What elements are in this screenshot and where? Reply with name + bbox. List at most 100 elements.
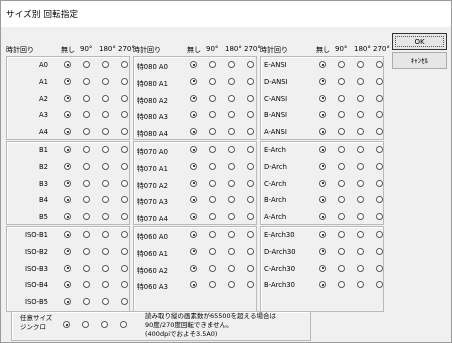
rotation-radio-none[interactable] <box>64 61 71 68</box>
rotation-radio-180[interactable] <box>102 146 109 153</box>
rotation-radio-270[interactable] <box>247 264 254 272</box>
rotation-radio-90[interactable] <box>209 231 216 238</box>
rotation-radio-180[interactable] <box>102 94 109 102</box>
rotation-radio-180[interactable] <box>357 94 364 102</box>
rotation-radio-none[interactable] <box>190 61 197 68</box>
rotation-radio-180[interactable] <box>102 231 109 238</box>
rotation-radio-180[interactable] <box>228 179 235 187</box>
rotation-radio-180[interactable] <box>102 77 109 85</box>
rotation-radio-180[interactable] <box>357 162 364 170</box>
any-size-radio-270[interactable] <box>120 321 127 328</box>
rotation-radio-none[interactable] <box>319 213 326 221</box>
rotation-radio-none[interactable] <box>190 111 197 119</box>
rotation-radio-90[interactable] <box>338 146 345 153</box>
rotation-radio-none[interactable] <box>190 264 197 272</box>
rotation-radio-180[interactable] <box>228 264 235 272</box>
rotation-radio-none[interactable] <box>64 231 71 238</box>
rotation-radio-180[interactable] <box>228 77 235 85</box>
rotation-radio-270[interactable] <box>121 298 128 306</box>
rotation-radio-180[interactable] <box>228 247 235 255</box>
rotation-radio-270[interactable] <box>376 196 383 204</box>
rotation-radio-270[interactable] <box>376 281 383 289</box>
rotation-radio-none[interactable] <box>64 298 71 306</box>
rotation-radio-none[interactable] <box>319 146 326 153</box>
rotation-radio-180[interactable] <box>102 213 109 221</box>
rotation-radio-180[interactable] <box>102 61 109 68</box>
rotation-radio-none[interactable] <box>319 264 326 272</box>
rotation-radio-270[interactable] <box>247 179 254 187</box>
rotation-radio-none[interactable] <box>190 281 197 289</box>
rotation-radio-180[interactable] <box>357 128 364 136</box>
rotation-radio-90[interactable] <box>338 213 345 221</box>
rotation-radio-270[interactable] <box>121 128 128 136</box>
rotation-radio-180[interactable] <box>102 298 109 306</box>
rotation-radio-270[interactable] <box>247 162 254 170</box>
rotation-radio-none[interactable] <box>64 213 71 221</box>
rotation-radio-90[interactable] <box>338 77 345 85</box>
rotation-radio-180[interactable] <box>357 61 364 68</box>
rotation-radio-90[interactable] <box>83 247 90 255</box>
rotation-radio-none[interactable] <box>190 196 197 204</box>
rotation-radio-270[interactable] <box>376 77 383 85</box>
rotation-radio-none[interactable] <box>64 264 71 272</box>
rotation-radio-none[interactable] <box>319 162 326 170</box>
any-size-radio-180[interactable] <box>101 321 108 328</box>
rotation-radio-90[interactable] <box>338 162 345 170</box>
rotation-radio-270[interactable] <box>247 231 254 238</box>
rotation-radio-90[interactable] <box>209 111 216 119</box>
rotation-radio-270[interactable] <box>121 281 128 289</box>
rotation-radio-none[interactable] <box>64 77 71 85</box>
rotation-radio-none[interactable] <box>319 94 326 102</box>
rotation-radio-270[interactable] <box>247 128 254 136</box>
rotation-radio-180[interactable] <box>357 146 364 153</box>
rotation-radio-90[interactable] <box>209 179 216 187</box>
rotation-radio-270[interactable] <box>121 179 128 187</box>
ok-button[interactable]: OK <box>392 33 447 50</box>
rotation-radio-180[interactable] <box>357 179 364 187</box>
rotation-radio-90[interactable] <box>83 213 90 221</box>
rotation-radio-none[interactable] <box>319 179 326 187</box>
rotation-radio-90[interactable] <box>83 264 90 272</box>
any-size-radio-90[interactable] <box>82 321 89 328</box>
rotation-radio-270[interactable] <box>247 77 254 85</box>
rotation-radio-180[interactable] <box>357 77 364 85</box>
rotation-radio-180[interactable] <box>357 247 364 255</box>
rotation-radio-270[interactable] <box>247 247 254 255</box>
rotation-radio-270[interactable] <box>376 128 383 136</box>
rotation-radio-180[interactable] <box>228 111 235 119</box>
rotation-radio-none[interactable] <box>64 94 71 102</box>
rotation-radio-270[interactable] <box>121 162 128 170</box>
rotation-radio-270[interactable] <box>247 94 254 102</box>
rotation-radio-270[interactable] <box>121 231 128 238</box>
rotation-radio-90[interactable] <box>209 77 216 85</box>
rotation-radio-90[interactable] <box>83 111 90 119</box>
rotation-radio-90[interactable] <box>209 264 216 272</box>
rotation-radio-90[interactable] <box>209 128 216 136</box>
rotation-radio-180[interactable] <box>228 61 235 68</box>
rotation-radio-90[interactable] <box>338 61 345 68</box>
rotation-radio-90[interactable] <box>83 231 90 238</box>
rotation-radio-90[interactable] <box>83 128 90 136</box>
rotation-radio-270[interactable] <box>121 247 128 255</box>
rotation-radio-270[interactable] <box>376 231 383 238</box>
rotation-radio-270[interactable] <box>376 146 383 153</box>
rotation-radio-270[interactable] <box>376 94 383 102</box>
rotation-radio-90[interactable] <box>83 94 90 102</box>
rotation-radio-none[interactable] <box>64 247 71 255</box>
rotation-radio-90[interactable] <box>338 231 345 238</box>
rotation-radio-180[interactable] <box>357 281 364 289</box>
rotation-radio-90[interactable] <box>338 111 345 119</box>
rotation-radio-270[interactable] <box>121 77 128 85</box>
rotation-radio-none[interactable] <box>64 146 71 153</box>
rotation-radio-270[interactable] <box>121 61 128 68</box>
any-size-radio-none[interactable] <box>63 321 70 328</box>
rotation-radio-90[interactable] <box>209 94 216 102</box>
rotation-radio-270[interactable] <box>247 196 254 204</box>
rotation-radio-180[interactable] <box>357 213 364 221</box>
rotation-radio-none[interactable] <box>190 213 197 221</box>
rotation-radio-90[interactable] <box>209 213 216 221</box>
rotation-radio-180[interactable] <box>228 128 235 136</box>
rotation-radio-270[interactable] <box>247 281 254 289</box>
rotation-radio-90[interactable] <box>209 162 216 170</box>
rotation-radio-270[interactable] <box>376 247 383 255</box>
